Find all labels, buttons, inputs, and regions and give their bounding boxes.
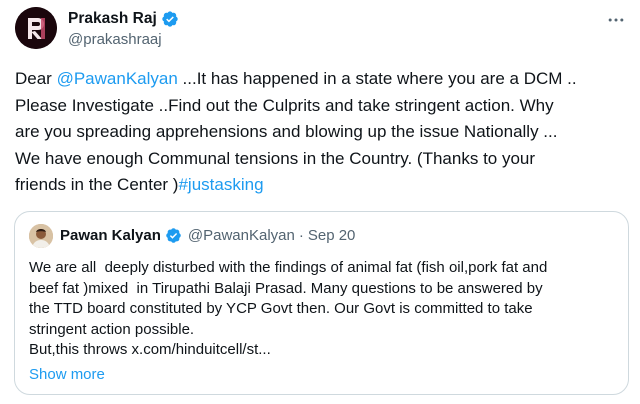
quoted-author-name[interactable]: Pawan Kalyan	[60, 227, 161, 244]
verified-badge-icon	[165, 227, 182, 244]
tweet-text: Dear @PawanKalyan ...It has happened in …	[15, 66, 630, 199]
quoted-author-handle[interactable]: @PawanKalyan	[188, 227, 295, 244]
tweet-line: friends in the Center )#justasking	[15, 172, 630, 199]
author-avatar[interactable]	[15, 7, 57, 49]
tweet-text-segment: Dear	[15, 69, 57, 88]
mention-link[interactable]: @PawanKalyan	[57, 69, 178, 88]
verified-badge-icon	[161, 10, 179, 28]
tweet-text-segment: ...It has happened in a state where you …	[177, 69, 577, 88]
quoted-tweet-header: Pawan Kalyan @PawanKalyan · Sep 20	[60, 227, 355, 244]
author-name-row[interactable]: Prakash Raj	[68, 10, 179, 28]
tweet-card: Prakash Raj @prakashraaj Dear @PawanKaly…	[0, 0, 640, 404]
tweet-line: Please Investigate ..Find out the Culpri…	[15, 95, 554, 115]
author-handle[interactable]: @prakashraaj	[68, 31, 162, 48]
quoted-tweet-text: We are all deeply disturbed with the fin…	[29, 258, 619, 361]
tweet-line: Dear @PawanKalyan ...It has happened in …	[15, 66, 630, 93]
tweet-line: We have enough Communal tensions in the …	[15, 148, 536, 168]
quoted-tweet-line: the TTD board constituted by YCP Govt th…	[29, 300, 533, 317]
quoted-tweet-date[interactable]: Sep 20	[308, 227, 356, 244]
quoted-tweet-card[interactable]: Pawan Kalyan @PawanKalyan · Sep 20 We ar…	[14, 211, 629, 395]
more-options-button[interactable]	[604, 8, 628, 32]
tweet-line: are you spreading apprehensions and blow…	[15, 122, 558, 141]
quoted-tweet-line: stringent action possible.	[29, 320, 195, 338]
author-name[interactable]: Prakash Raj	[68, 10, 157, 28]
tweet-text-segment: friends in the Center )	[15, 175, 179, 194]
hashtag-link[interactable]: #justasking	[178, 175, 263, 194]
separator-dot: ·	[298, 227, 304, 244]
quoted-tweet-line: We are all deeply disturbed with the fin…	[29, 259, 548, 276]
quoted-tweet-line: beef fat )mixed in Tirupathi Balaji Pras…	[29, 279, 543, 297]
quoted-author-avatar[interactable]	[29, 224, 53, 248]
show-more-link[interactable]: Show more	[29, 366, 105, 383]
more-options-icon	[608, 18, 624, 22]
quoted-tweet-line: But,this throws x.com/hinduitcell/st...	[29, 341, 271, 358]
